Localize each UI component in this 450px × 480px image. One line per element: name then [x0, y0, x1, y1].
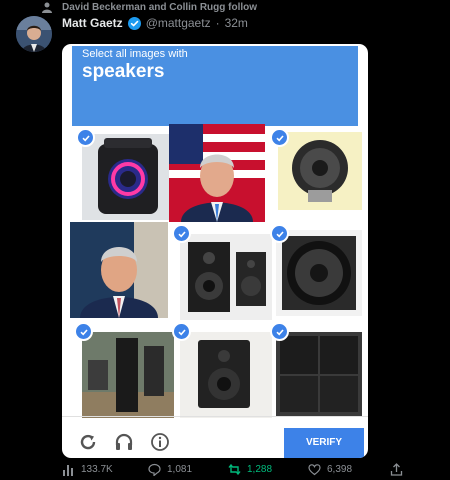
- verified-badge-icon: [127, 16, 141, 30]
- checkmark-icon: [172, 224, 191, 243]
- captcha-instruction: Select all images with: [82, 48, 188, 60]
- social-context: David Beckerman and Collin Rugg follow: [40, 0, 257, 14]
- person-icon: [40, 0, 54, 14]
- retweet-icon: [228, 463, 241, 476]
- captcha-tile-studio-monitor[interactable]: [180, 332, 272, 418]
- social-context-text: David Beckerman and Collin Rugg follow: [62, 1, 258, 13]
- checkmark-icon: [270, 128, 289, 147]
- captcha-tile-tower-speakers[interactable]: [82, 332, 174, 418]
- separator: ·: [215, 16, 220, 30]
- info-icon[interactable]: [150, 432, 170, 452]
- captcha-header: Select all images with speakers: [72, 46, 358, 126]
- reply-count: 1,081: [167, 464, 193, 475]
- captcha-tile-bookshelf-speakers[interactable]: [180, 234, 272, 320]
- refresh-icon[interactable]: [78, 432, 98, 452]
- reply-action[interactable]: 1,081: [148, 463, 192, 476]
- reply-icon: [148, 463, 161, 476]
- captcha-divider: [62, 416, 368, 417]
- tweet-time[interactable]: 32m: [225, 16, 248, 30]
- retweet-action[interactable]: 1,288: [228, 463, 272, 476]
- author-name[interactable]: Matt Gaetz: [62, 16, 123, 30]
- checkmark-icon: [74, 322, 93, 341]
- checkmark-icon: [172, 322, 191, 341]
- captcha-tile-woofer[interactable]: [276, 230, 362, 316]
- views-action[interactable]: 133.7K: [62, 463, 113, 476]
- like-count: 6,398: [327, 464, 353, 475]
- captcha-tile-speaker-driver[interactable]: [278, 132, 362, 210]
- captcha-tile-man-with-flag[interactable]: [169, 124, 265, 222]
- checkmark-icon: [270, 322, 289, 341]
- views-icon: [63, 465, 73, 476]
- captcha-tile-stacked-cabinets[interactable]: [276, 332, 362, 416]
- avatar[interactable]: [16, 16, 52, 52]
- captcha-tile-portable-speaker[interactable]: [82, 134, 174, 220]
- author-handle[interactable]: @mattgaetz: [146, 16, 211, 30]
- verify-button[interactable]: VERIFY: [284, 428, 364, 458]
- captcha-target-word: speakers: [82, 61, 165, 82]
- retweet-count: 1,288: [247, 464, 273, 475]
- captcha-tile-man-portrait[interactable]: [70, 222, 168, 318]
- checkmark-icon: [76, 128, 95, 147]
- captcha-image[interactable]: Select all images with speakers VERIFY: [62, 44, 368, 458]
- share-icon: [390, 463, 403, 476]
- headphones-icon[interactable]: [114, 432, 134, 452]
- tweet-author: Matt Gaetz @mattgaetz · 32m: [62, 16, 248, 30]
- share-action[interactable]: [390, 463, 403, 476]
- heart-icon: [308, 464, 321, 476]
- checkmark-icon: [270, 224, 289, 243]
- views-count: 133.7K: [81, 464, 113, 475]
- like-action[interactable]: 6,398: [308, 463, 352, 476]
